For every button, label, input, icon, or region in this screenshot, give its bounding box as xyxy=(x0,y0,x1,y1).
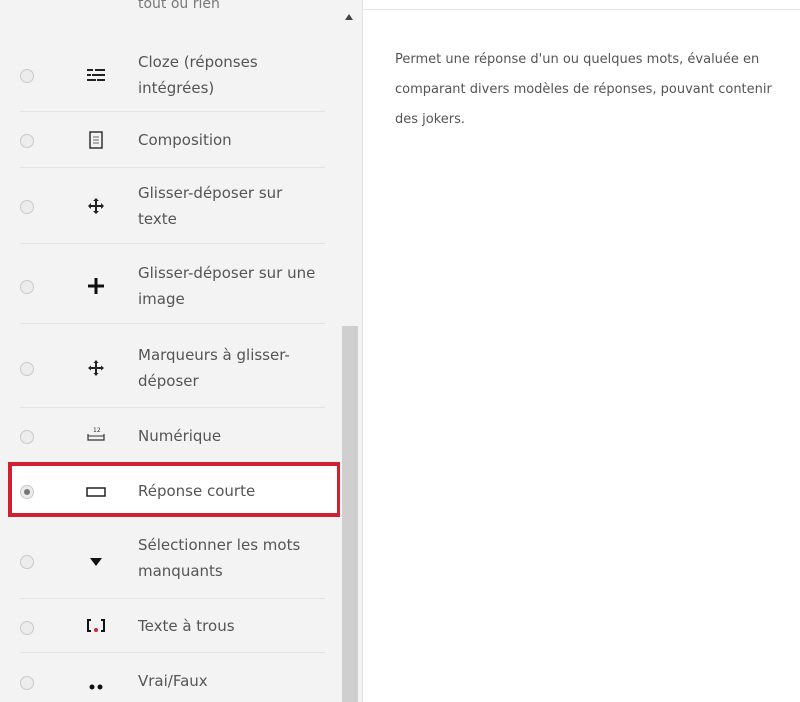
list-item-drag-text[interactable]: Glisser-déposer sur texte xyxy=(0,168,340,244)
list-item-gap-fill[interactable]: Texte à trous xyxy=(0,599,340,653)
cloze-icon xyxy=(82,68,110,85)
list-item-short-answer[interactable]: Réponse courte xyxy=(0,462,340,517)
item-label: Glisser-déposer sur une image xyxy=(138,264,316,308)
question-type-list-panel: tout ou rien Cloze (réponses intégrées) … xyxy=(0,0,363,702)
radio-select-missing-words[interactable] xyxy=(20,555,34,569)
item-label: Sélectionner les mots manquants xyxy=(138,536,301,580)
list-item-drag-image[interactable]: Glisser-déposer sur une image xyxy=(0,244,340,324)
question-type-description: Permet une réponse d'un ou quelques mots… xyxy=(395,52,772,127)
item-label: Cloze (réponses intégrées) xyxy=(138,53,258,97)
move-cross-icon xyxy=(82,277,110,298)
item-label: Glisser-déposer sur texte xyxy=(138,184,283,228)
select-missing-words-icon xyxy=(82,554,110,570)
numeric-icon: 12 xyxy=(82,426,110,445)
radio-drag-image[interactable] xyxy=(20,280,34,294)
short-answer-icon xyxy=(82,484,110,500)
drag-markers-icon xyxy=(82,359,110,380)
radio-gap-fill[interactable] xyxy=(20,621,34,635)
drag-text-icon xyxy=(82,197,110,218)
item-label: Marqueurs à glisser-déposer xyxy=(138,346,290,390)
list-item-cloze[interactable]: Cloze (réponses intégrées) xyxy=(0,40,340,112)
divider xyxy=(362,9,800,10)
radio-numeric[interactable] xyxy=(20,430,34,444)
list-item-true-false[interactable]: Vrai/Faux xyxy=(0,653,340,702)
gap-fill-icon xyxy=(82,618,110,637)
item-label: Vrai/Faux xyxy=(138,672,208,690)
partially-visible-item-label: tout ou rien xyxy=(138,0,220,12)
true-false-icon xyxy=(82,677,110,693)
radio-short-answer[interactable] xyxy=(20,485,34,499)
scroll-up-arrow-icon[interactable] xyxy=(345,14,353,20)
document-icon xyxy=(82,131,110,152)
item-label: Numérique xyxy=(138,427,222,445)
radio-true-false[interactable] xyxy=(20,676,34,690)
radio-drag-text[interactable] xyxy=(20,200,34,214)
radio-cloze[interactable] xyxy=(20,69,34,83)
list-item-numeric[interactable]: 12 Numérique xyxy=(0,408,340,462)
radio-drag-markers[interactable] xyxy=(20,362,34,376)
list-item-drag-markers[interactable]: Marqueurs à glisser-déposer xyxy=(0,324,340,408)
list-item-select-missing-words[interactable]: Sélectionner les mots manquants xyxy=(0,517,340,599)
scrollbar-thumb[interactable] xyxy=(342,326,358,702)
list-item-composition[interactable]: Composition xyxy=(0,112,340,168)
svg-text:12: 12 xyxy=(93,427,101,434)
radio-composition[interactable] xyxy=(20,134,34,148)
item-label: Réponse courte xyxy=(138,482,256,500)
item-label: Composition xyxy=(138,131,232,149)
item-label: Texte à trous xyxy=(138,617,235,635)
